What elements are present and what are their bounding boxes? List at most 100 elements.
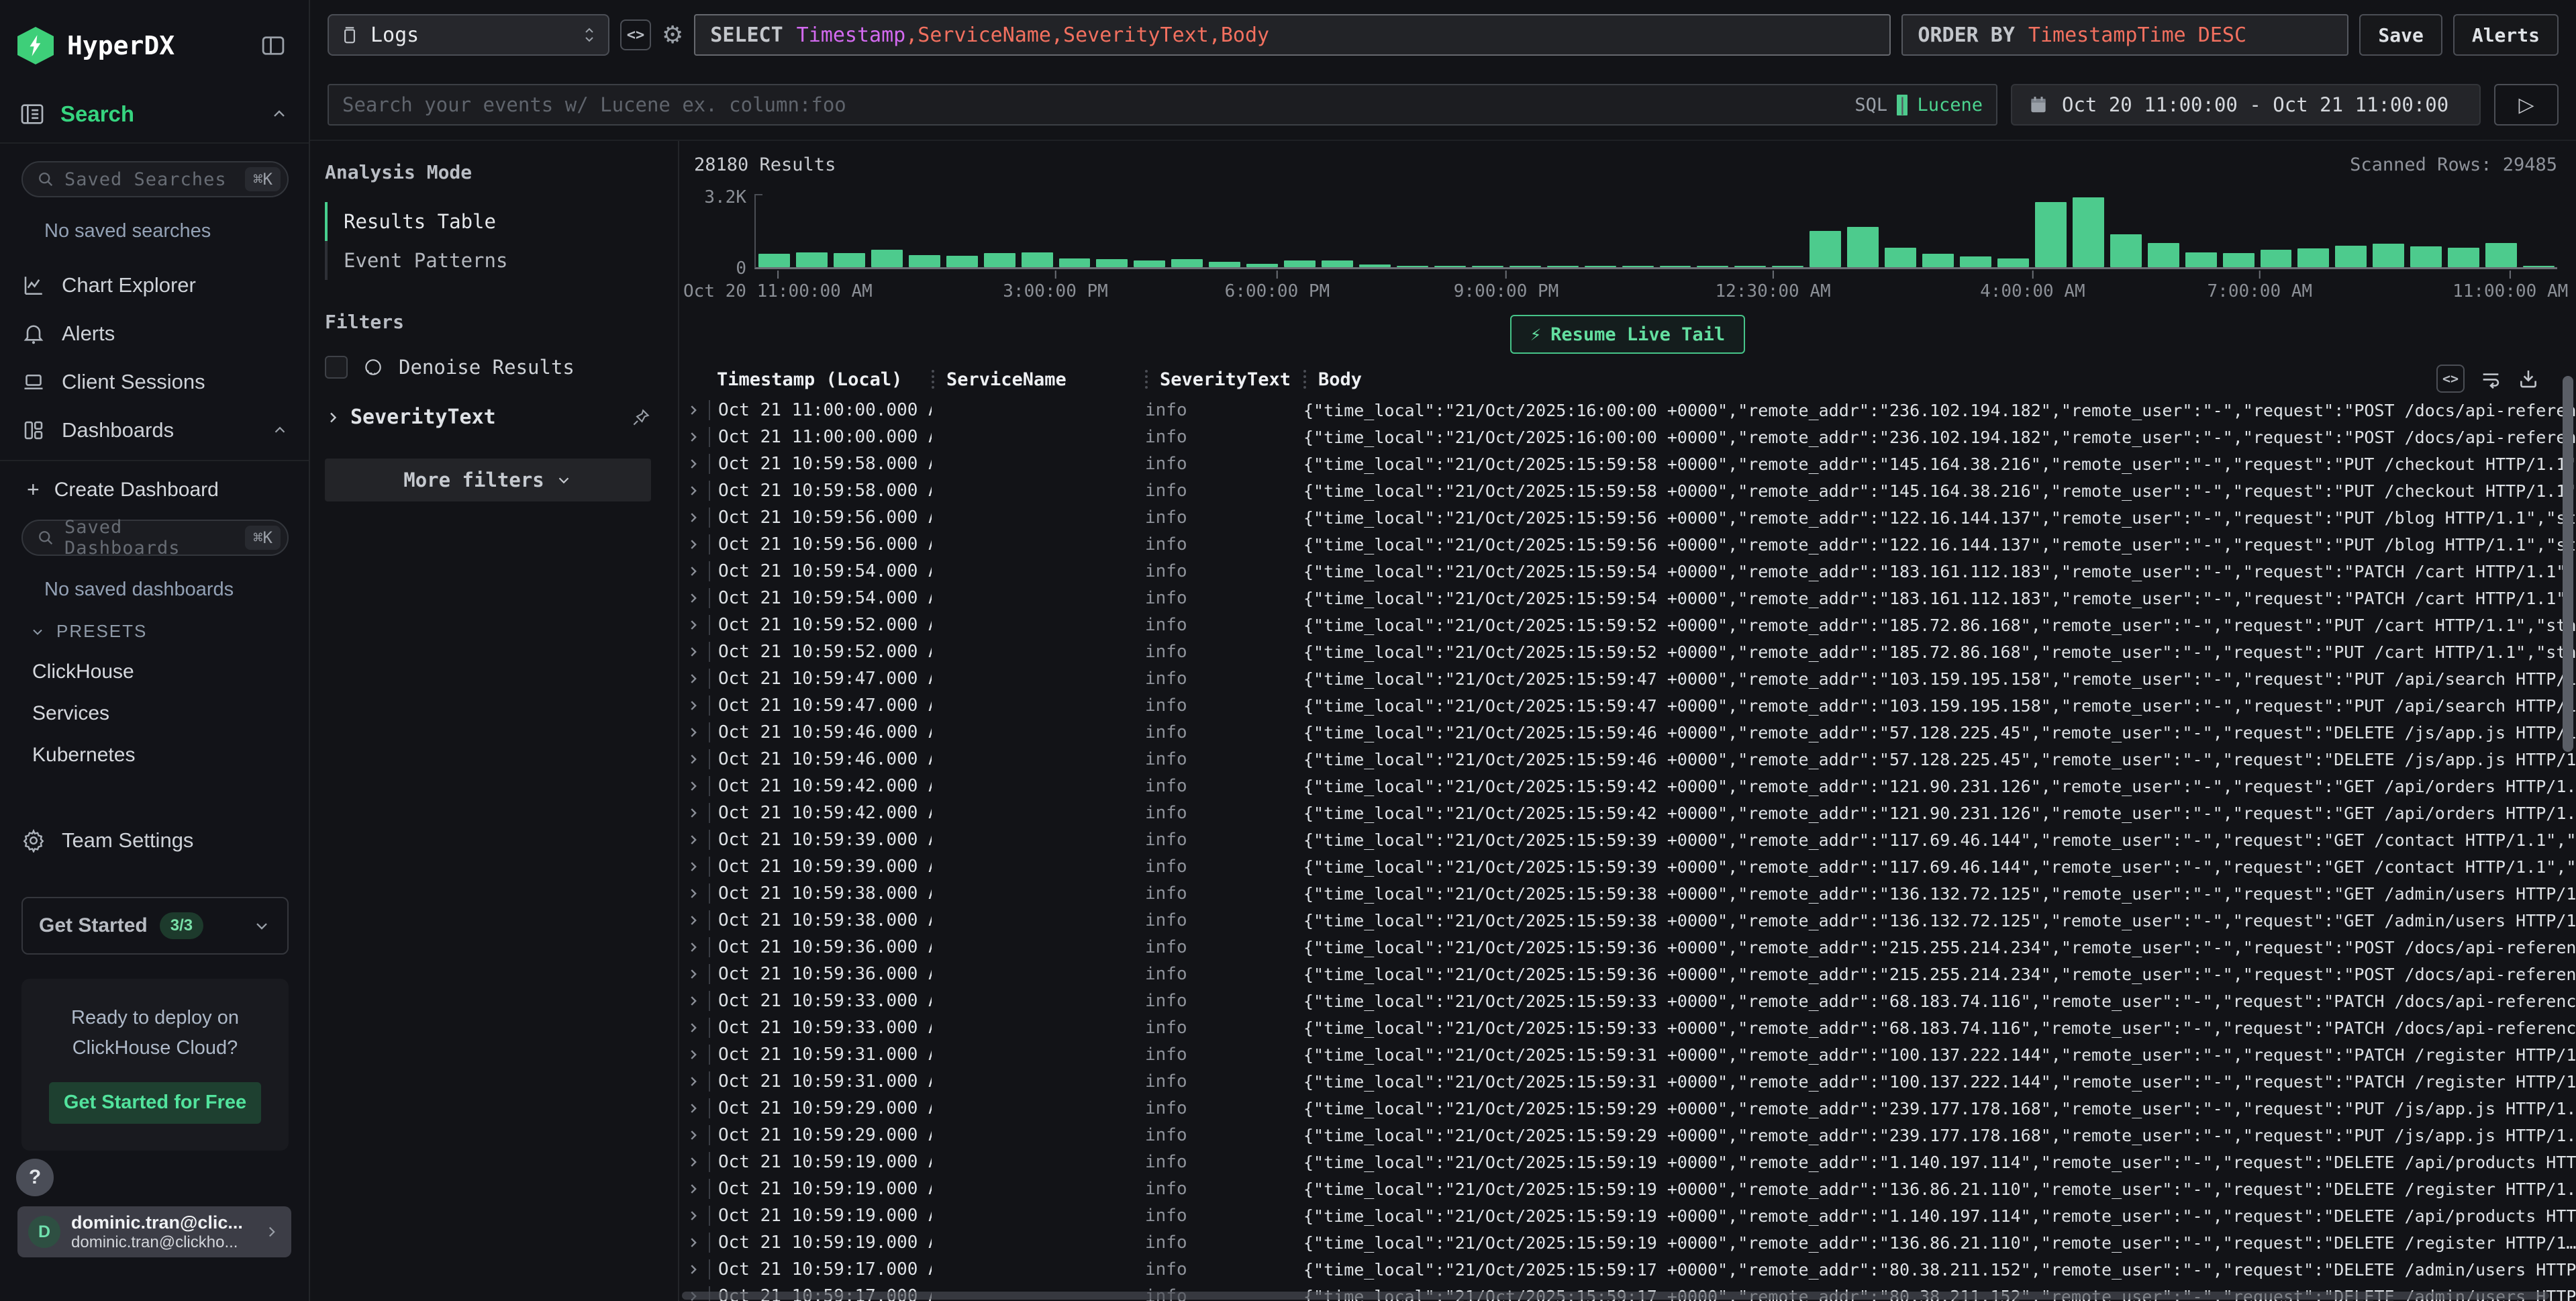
search-input[interactable]: Search your events w/ Lucene ex. column:… [328,84,1997,126]
log-row[interactable]: Oct 21 10:59:29.000 AM info {"time_local… [679,1122,2576,1149]
log-row[interactable]: Oct 21 10:59:58.000 AM info {"time_local… [679,477,2576,504]
log-row[interactable]: Oct 21 10:59:19.000 AM info {"time_local… [679,1202,2576,1229]
sidebar-item-search[interactable]: Search [0,64,309,144]
log-row[interactable]: Oct 21 10:59:46.000 AM info {"time_local… [679,719,2576,746]
expand-row-chevron-icon[interactable] [686,1208,709,1223]
create-dashboard-button[interactable]: + Create Dashboard [0,461,309,502]
log-row[interactable]: Oct 21 10:59:19.000 AM info {"time_local… [679,1175,2576,1202]
expand-row-chevron-icon[interactable] [686,591,709,606]
expand-row-chevron-icon[interactable] [686,510,709,525]
save-button[interactable]: Save [2359,14,2442,56]
log-row[interactable]: Oct 21 10:59:39.000 AM info {"time_local… [679,853,2576,880]
expand-row-chevron-icon[interactable] [686,698,709,713]
expand-row-chevron-icon[interactable] [686,1020,709,1035]
column-resize-handle[interactable] [932,370,934,389]
expand-row-chevron-icon[interactable] [686,564,709,579]
run-query-button[interactable]: ▷ [2494,84,2559,126]
column-resize-handle[interactable] [1303,370,1306,389]
expand-row-chevron-icon[interactable] [686,1047,709,1062]
edit-source-code-icon[interactable]: <> [620,19,651,50]
expand-row-chevron-icon[interactable] [686,806,709,820]
expand-row-chevron-icon[interactable] [686,403,709,418]
log-row[interactable]: Oct 21 10:59:42.000 AM info {"time_local… [679,800,2576,826]
download-icon[interactable] [2517,367,2540,390]
preset-clickhouse[interactable]: ClickHouse [32,661,309,683]
expand-row-chevron-icon[interactable] [686,671,709,686]
expand-row-chevron-icon[interactable] [686,483,709,498]
saved-searches-input[interactable]: Saved Searches ⌘K [21,161,289,197]
log-row[interactable]: Oct 21 10:59:54.000 AM info {"time_local… [679,585,2576,612]
expand-row-chevron-icon[interactable] [686,1182,709,1196]
saved-dashboards-input[interactable]: Saved Dashboards ⌘K [21,520,289,556]
sidebar-item-team-settings[interactable]: Team Settings [21,828,309,853]
column-header-servicename[interactable]: ServiceName [932,369,1145,390]
log-row[interactable]: Oct 21 10:59:56.000 AM info {"time_local… [679,531,2576,558]
pin-icon[interactable] [631,407,651,428]
expand-row-chevron-icon[interactable] [686,832,709,847]
sidebar-item-chart-explorer[interactable]: Chart Explorer [0,261,309,309]
column-header-severitytext[interactable]: SeverityText [1145,369,1303,390]
presets-toggle[interactable]: PRESETS [30,621,309,642]
source-select[interactable]: Logs [328,14,609,56]
log-row[interactable]: Oct 21 10:59:42.000 AM info {"time_local… [679,773,2576,800]
horizontal-scrollbar[interactable] [682,1292,2549,1300]
sidebar-item-client-sessions[interactable]: Client Sessions [0,358,309,406]
log-row[interactable]: Oct 21 10:59:19.000 AM info {"time_local… [679,1149,2576,1175]
expand-row-chevron-icon[interactable] [686,913,709,928]
date-range-picker[interactable]: Oct 20 11:00:00 - Oct 21 11:00:00 [2011,84,2481,126]
log-row[interactable]: Oct 21 11:00:00.000 AM info {"time_local… [679,424,2576,450]
log-row[interactable]: Oct 21 10:59:52.000 AM info {"time_local… [679,612,2576,638]
more-filters-button[interactable]: More filters [325,459,651,501]
log-row[interactable]: Oct 21 10:59:47.000 AM info {"time_local… [679,665,2576,692]
log-row[interactable]: Oct 21 10:59:56.000 AM info {"time_local… [679,504,2576,531]
expand-row-chevron-icon[interactable] [686,994,709,1008]
log-row[interactable]: Oct 21 10:59:29.000 AM info {"time_local… [679,1095,2576,1122]
expand-row-chevron-icon[interactable] [686,1235,709,1250]
expand-row-chevron-icon[interactable] [686,967,709,981]
help-button[interactable]: ? [16,1159,54,1196]
expand-row-chevron-icon[interactable] [686,725,709,740]
expand-row-chevron-icon[interactable] [686,940,709,955]
wrap-lines-icon[interactable] [2479,367,2502,390]
log-row[interactable]: Oct 21 10:59:19.000 AM info {"time_local… [679,1229,2576,1256]
log-row[interactable]: Oct 21 10:59:36.000 AM info {"time_local… [679,934,2576,961]
log-row[interactable]: Oct 21 10:59:17.000 AM info {"time_local… [679,1256,2576,1283]
log-row[interactable]: Oct 21 10:59:47.000 AM info {"time_local… [679,692,2576,719]
expand-row-chevron-icon[interactable] [686,859,709,874]
collapse-sidebar-icon[interactable] [258,32,289,60]
expand-row-chevron-icon[interactable] [686,537,709,552]
denoise-checkbox[interactable] [325,356,348,379]
preset-kubernetes[interactable]: Kubernetes [32,744,309,767]
log-row[interactable]: Oct 21 11:00:00.000 AM info {"time_local… [679,397,2576,424]
log-row[interactable]: Oct 21 10:59:46.000 AM info {"time_local… [679,746,2576,773]
column-header-timestamp[interactable]: Timestamp (Local) [709,369,932,390]
sidebar-item-alerts[interactable]: Alerts [0,309,309,358]
select-clause-input[interactable]: SELECT Timestamp,ServiceName,SeverityTex… [694,14,1891,56]
filter-group-severitytext[interactable]: SeverityText [325,405,651,429]
log-row[interactable]: Oct 21 10:59:31.000 AM info {"time_local… [679,1041,2576,1068]
expand-row-chevron-icon[interactable] [686,1128,709,1143]
lang-toggle-sql[interactable]: SQL [1854,95,1887,115]
alerts-button[interactable]: Alerts [2453,14,2559,56]
expand-row-chevron-icon[interactable] [686,1101,709,1116]
tab-results-table[interactable]: Results Table [325,202,651,241]
log-row[interactable]: Oct 21 10:59:38.000 AM info {"time_local… [679,880,2576,907]
expand-row-chevron-icon[interactable] [686,779,709,793]
get-started-toggle[interactable]: Get Started 3/3 [21,897,289,955]
log-row[interactable]: Oct 21 10:59:33.000 AM info {"time_local… [679,1014,2576,1041]
column-resize-handle[interactable] [1145,370,1148,389]
lang-toggle-lucene[interactable]: Lucene [1917,95,1983,115]
log-row[interactable]: Oct 21 10:59:36.000 AM info {"time_local… [679,961,2576,987]
column-header-body[interactable]: Body [1303,369,2576,390]
expand-row-chevron-icon[interactable] [686,456,709,471]
log-row[interactable]: Oct 21 10:59:31.000 AM info {"time_local… [679,1068,2576,1095]
log-row[interactable]: Oct 21 10:59:58.000 AM info {"time_local… [679,450,2576,477]
log-row[interactable]: Oct 21 10:59:38.000 AM info {"time_local… [679,907,2576,934]
user-menu[interactable]: D dominic.tran@clic... dominic.tran@clic… [17,1206,291,1257]
log-row[interactable]: Oct 21 10:59:52.000 AM info {"time_local… [679,638,2576,665]
tab-event-patterns[interactable]: Event Patterns [325,241,651,280]
raw-mode-icon[interactable]: <> [2436,365,2465,393]
expand-row-chevron-icon[interactable] [686,886,709,901]
log-row[interactable]: Oct 21 10:59:54.000 AM info {"time_local… [679,558,2576,585]
expand-row-chevron-icon[interactable] [686,752,709,767]
